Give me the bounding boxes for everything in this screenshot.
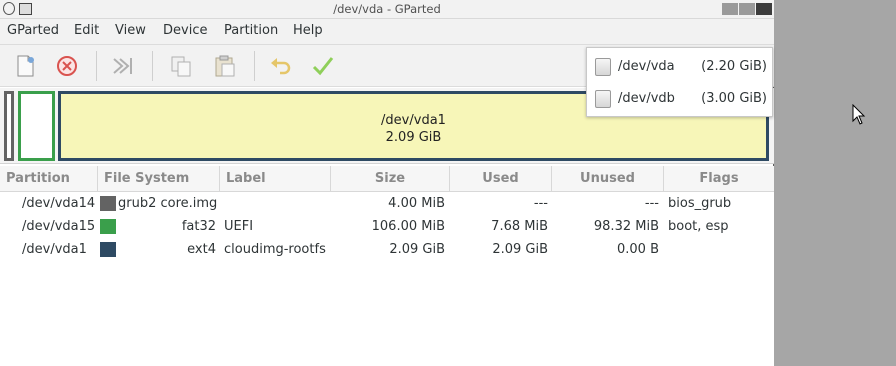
device-item-vdb[interactable]: /dev/vdb (3.00 GiB)	[587, 83, 774, 115]
copy-button[interactable]	[168, 53, 194, 79]
device-name: /dev/vda	[618, 59, 675, 74]
cell-partition: /dev/vda1	[22, 242, 87, 257]
cell-unused: 98.32 MiB	[593, 219, 659, 234]
cell-filesystem: grub2 core.img	[118, 196, 218, 211]
menu-edit[interactable]: Edit	[74, 23, 99, 38]
cell-label: cloudimg-rootfs	[224, 242, 326, 257]
minimize-button[interactable]	[722, 3, 738, 15]
cell-size: 106.00 MiB	[371, 219, 445, 234]
menu-bar: GParted Edit View Device Partition Help	[0, 19, 774, 45]
partition-block-size: 2.09 GiB	[385, 130, 442, 145]
column-header-size[interactable]: Size	[331, 166, 450, 192]
gparted-window: /dev/vda - GParted GParted Edit View Dev…	[0, 0, 774, 366]
filesystem-color-swatch	[100, 242, 116, 257]
cell-unused: ---	[644, 196, 659, 211]
filesystem-color-swatch	[100, 219, 116, 234]
mouse-pointer-icon	[852, 104, 866, 125]
menu-partition[interactable]: Partition	[224, 23, 278, 38]
paste-button[interactable]	[212, 53, 238, 79]
column-header-filesystem[interactable]: File System	[98, 166, 220, 192]
close-button[interactable]	[756, 3, 772, 15]
cell-label: UEFI	[224, 219, 254, 234]
toolbar-separator	[254, 51, 255, 81]
window-title: /dev/vda - GParted	[333, 2, 441, 16]
column-header-partition[interactable]: Partition	[0, 166, 98, 192]
copy-icon	[171, 56, 191, 77]
column-header-used[interactable]: Used	[450, 166, 552, 192]
device-selector-menu: /dev/vda (2.20 GiB) /dev/vdb (3.00 GiB)	[586, 47, 773, 117]
apply-button[interactable]	[310, 53, 336, 79]
device-size: (2.20 GiB)	[701, 59, 767, 74]
table-header: Partition File System Label Size Used Un…	[0, 166, 774, 192]
cell-used: ---	[533, 196, 548, 211]
cell-filesystem: fat32	[181, 219, 216, 234]
disk-drive-icon	[595, 90, 611, 108]
undo-button[interactable]	[268, 53, 294, 79]
disk-drive-icon	[595, 58, 611, 76]
resize-move-button[interactable]	[110, 53, 136, 79]
menu-device[interactable]: Device	[163, 23, 207, 38]
apply-icon	[312, 57, 334, 76]
partition-table: Partition File System Label Size Used Un…	[0, 166, 774, 366]
resize-move-icon	[113, 58, 132, 74]
cell-partition: /dev/vda15	[22, 219, 96, 234]
cell-flags: boot, esp	[668, 219, 729, 234]
cell-size: 4.00 MiB	[388, 196, 445, 211]
table-row[interactable]: /dev/vda14 grub2 core.img 4.00 MiB --- -…	[0, 192, 774, 215]
table-row[interactable]: /dev/vda15 fat32 UEFI 106.00 MiB 7.68 Mi…	[0, 215, 774, 238]
delete-icon	[57, 56, 77, 76]
cell-used: 2.09 GiB	[492, 242, 548, 257]
filesystem-color-swatch	[100, 196, 116, 211]
menu-gparted[interactable]: GParted	[7, 23, 59, 38]
delete-partition-button[interactable]	[54, 53, 80, 79]
device-item-vda[interactable]: /dev/vda (2.20 GiB)	[587, 51, 774, 83]
device-name: /dev/vdb	[618, 91, 675, 106]
cell-unused: 0.00 B	[617, 242, 659, 257]
table-row[interactable]: /dev/vda1 ext4 cloudimg-rootfs 2.09 GiB …	[0, 238, 774, 261]
partition-block-vda15[interactable]	[18, 91, 55, 161]
toolbar-separator	[152, 51, 153, 81]
new-icon	[17, 55, 34, 77]
title-bar: /dev/vda - GParted	[0, 0, 774, 19]
device-size: (3.00 GiB)	[701, 91, 767, 106]
partition-block-vda14[interactable]	[4, 91, 14, 161]
column-header-flags[interactable]: Flags	[664, 166, 774, 192]
maximize-button[interactable]	[739, 3, 755, 15]
menu-view[interactable]: View	[115, 23, 146, 38]
column-header-unused[interactable]: Unused	[552, 166, 664, 192]
paste-icon	[215, 55, 235, 77]
cell-filesystem: ext4	[187, 242, 216, 257]
toolbar-separator	[96, 51, 97, 81]
cell-partition: /dev/vda14	[22, 196, 96, 211]
cell-flags: bios_grub	[668, 196, 732, 211]
cell-size: 2.09 GiB	[389, 242, 445, 257]
cell-used: 7.68 MiB	[491, 219, 548, 234]
undo-icon	[271, 58, 291, 75]
column-header-label[interactable]: Label	[220, 166, 331, 192]
new-partition-button[interactable]	[12, 53, 38, 79]
menu-help[interactable]: Help	[293, 23, 323, 38]
